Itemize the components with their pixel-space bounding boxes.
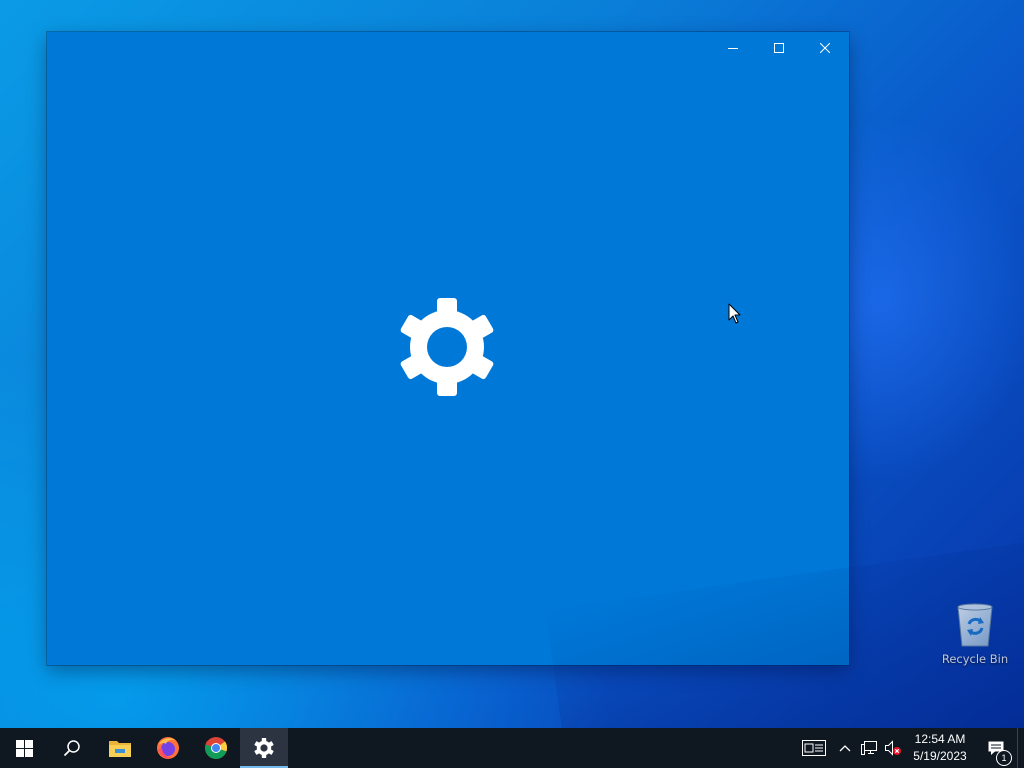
- maximize-button[interactable]: [756, 32, 802, 64]
- folder-icon: [109, 741, 131, 757]
- volume-button[interactable]: [881, 728, 905, 768]
- network-icon: [861, 741, 877, 755]
- search-button[interactable]: [48, 728, 96, 768]
- firefox-icon: [157, 737, 179, 759]
- minimize-icon: [728, 48, 738, 49]
- taskbar-settings[interactable]: [240, 728, 288, 768]
- chevron-up-icon: [839, 745, 851, 752]
- gear-icon: [254, 738, 274, 758]
- taskbar-chrome[interactable]: [192, 728, 240, 768]
- action-center-button[interactable]: 1: [975, 728, 1017, 768]
- taskbar: 12:54 AM 5/19/2023 1: [0, 728, 1024, 768]
- settings-window[interactable]: [47, 32, 849, 665]
- close-icon: [820, 43, 830, 53]
- show-hidden-icons-button[interactable]: [833, 728, 857, 768]
- clock-date: 5/19/2023: [913, 749, 967, 763]
- clock-time: 12:54 AM: [914, 732, 966, 746]
- volume-muted-icon: [885, 740, 901, 756]
- recycle-bin-label: Recycle Bin: [941, 652, 1009, 666]
- news-icon: [802, 740, 826, 756]
- clock[interactable]: 12:54 AM 5/19/2023: [905, 728, 975, 768]
- desktop: Recycle Bin: [0, 0, 1024, 728]
- notification-count-badge: 1: [996, 750, 1012, 766]
- gear-icon: [400, 298, 494, 396]
- minimize-button[interactable]: [710, 32, 756, 64]
- show-desktop-button[interactable]: [1017, 728, 1024, 768]
- maximize-icon: [774, 43, 784, 53]
- start-button[interactable]: [0, 728, 48, 768]
- system-tray: 12:54 AM 5/19/2023 1: [795, 728, 1024, 768]
- network-button[interactable]: [857, 728, 881, 768]
- taskbar-firefox[interactable]: [144, 728, 192, 768]
- chrome-icon: [205, 737, 228, 759]
- search-icon: [63, 740, 80, 757]
- taskbar-file-explorer[interactable]: [96, 728, 144, 768]
- mouse-cursor-icon: [728, 303, 741, 324]
- recycle-bin-icon: [957, 603, 993, 647]
- news-button[interactable]: [795, 728, 833, 768]
- windows-logo-icon: [15, 739, 33, 757]
- close-button[interactable]: [802, 32, 848, 64]
- desktop-icon-recycle-bin[interactable]: Recycle Bin: [938, 598, 1012, 674]
